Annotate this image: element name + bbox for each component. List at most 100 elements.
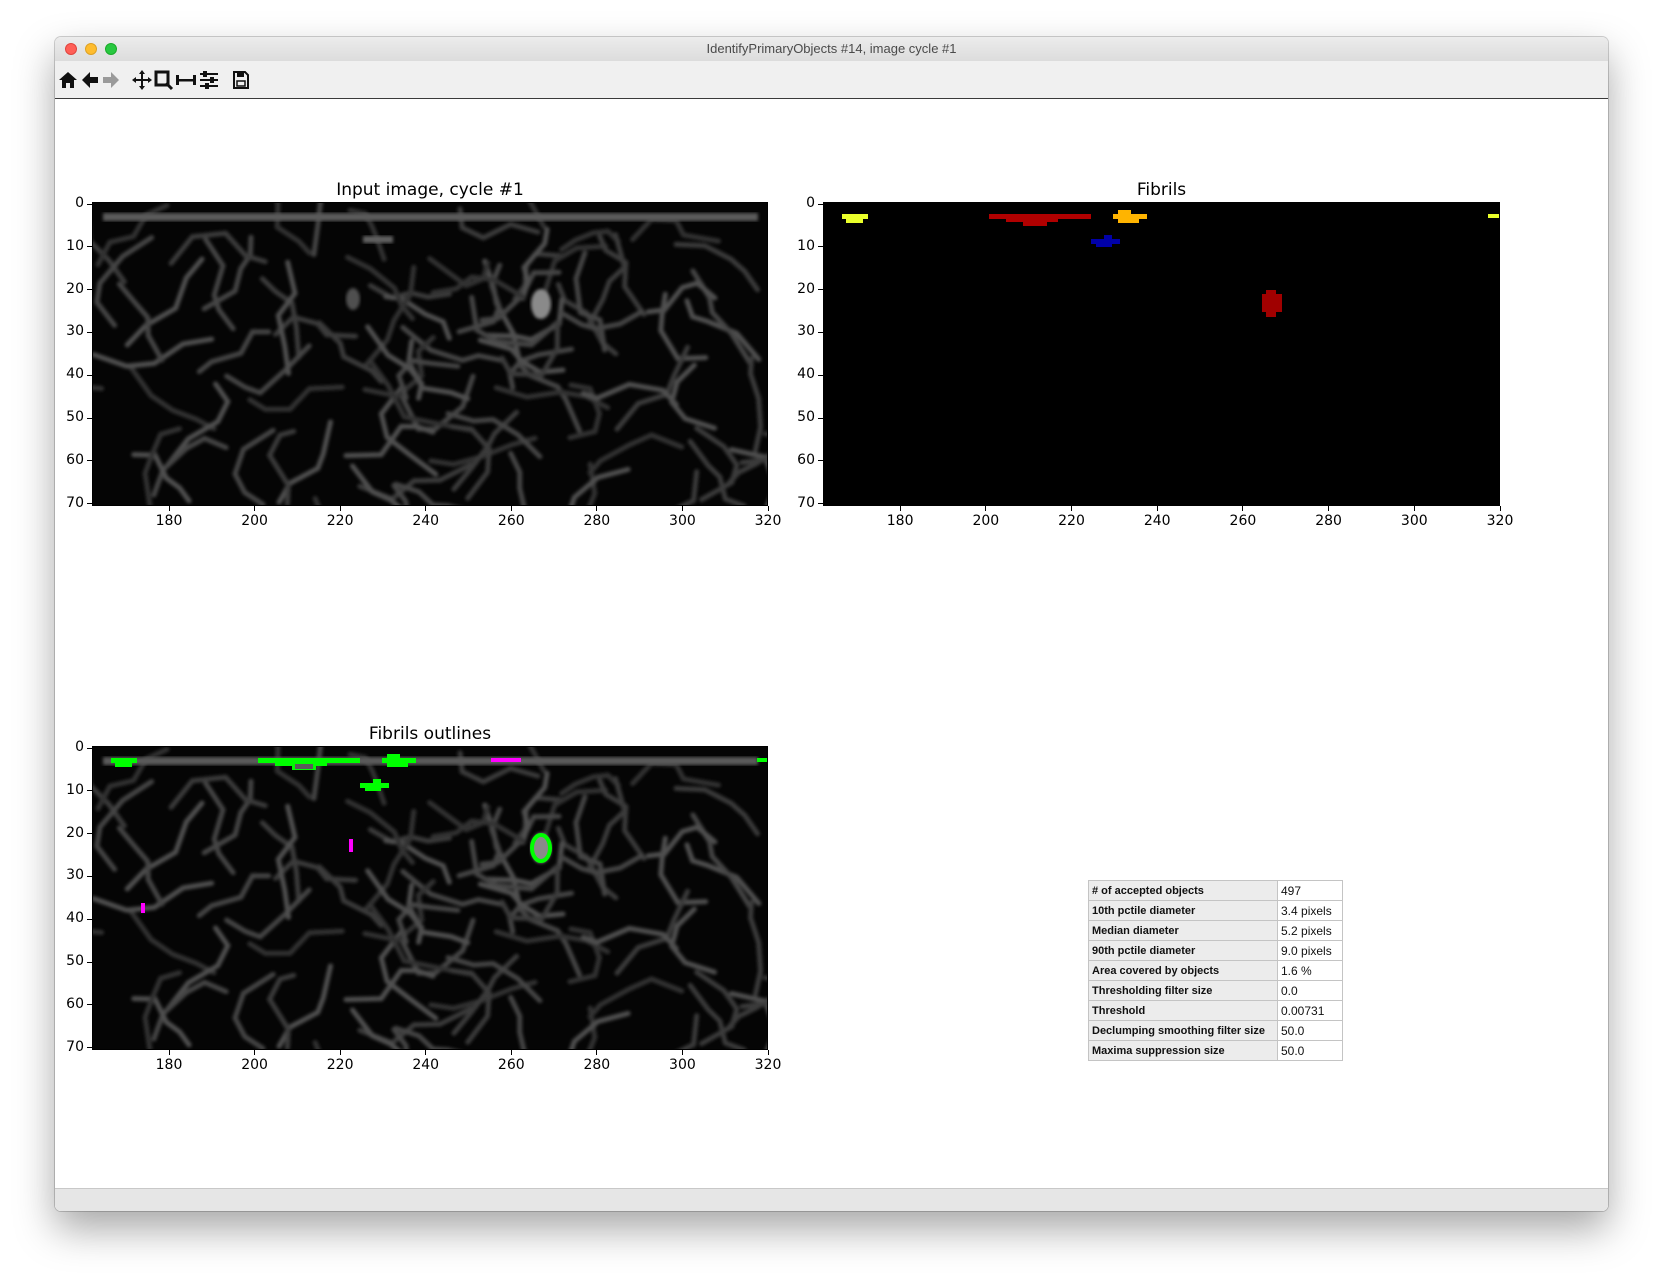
stats-value: 9.0 pixels xyxy=(1277,940,1343,961)
y-tick-label: 20 xyxy=(797,280,815,297)
x-tick-mark xyxy=(596,506,598,511)
stats-row: Thresholding filter size 0.0 xyxy=(1088,980,1343,1001)
x-tick-label: 300 xyxy=(669,513,696,529)
stats-value: 50.0 xyxy=(1277,1020,1343,1041)
x-tick-mark xyxy=(1328,506,1330,511)
stats-row: Area covered by objects 1.6 % xyxy=(1088,960,1343,981)
y-tick-mark xyxy=(818,203,823,205)
stats-value: 497 xyxy=(1277,880,1343,901)
y-tick-label: 70 xyxy=(797,494,815,511)
y-tick-mark xyxy=(818,331,823,333)
y-tick-mark xyxy=(818,289,823,291)
fibrils-axes[interactable] xyxy=(823,202,1500,506)
y-tick-mark xyxy=(87,460,92,462)
x-tick-mark xyxy=(510,1050,512,1055)
stats-value: 0.0 xyxy=(1277,980,1343,1001)
stats-key: Declumping smoothing filter size xyxy=(1088,1020,1278,1041)
x-tick-mark xyxy=(425,506,427,511)
x-tick-mark xyxy=(510,506,512,511)
y-tick-label: 30 xyxy=(66,867,84,884)
back-icon[interactable] xyxy=(79,69,101,91)
x-tick-label: 220 xyxy=(1058,513,1085,529)
x-tick-mark xyxy=(985,506,987,511)
y-tick-label: 40 xyxy=(66,366,84,383)
x-tick-mark xyxy=(1156,506,1158,511)
stats-row: # of accepted objects 497 xyxy=(1088,880,1343,901)
x-tick-mark xyxy=(1071,506,1073,511)
y-tick-label: 70 xyxy=(66,1038,84,1055)
y-tick-label: 60 xyxy=(66,451,84,468)
x-tick-mark xyxy=(681,1050,683,1055)
figure-canvas[interactable]: Input image, cycle #1 Fibrils Fibrils ou… xyxy=(55,99,1608,1211)
y-tick-label: 0 xyxy=(806,195,815,211)
x-tick-mark xyxy=(254,1050,256,1055)
y-tick-mark xyxy=(87,1004,92,1006)
x-tick-label: 180 xyxy=(886,513,914,529)
input-image-axes[interactable] xyxy=(92,202,768,506)
object-yellow-2 xyxy=(1488,214,1499,218)
pan-icon[interactable] xyxy=(131,69,153,91)
input-image-title: Input image, cycle #1 xyxy=(336,180,524,200)
configure-icon[interactable] xyxy=(198,69,220,91)
y-tick-mark xyxy=(87,203,92,205)
x-tick-label: 240 xyxy=(412,513,440,529)
stats-value: 50.0 xyxy=(1277,1040,1343,1061)
stats-key: 90th pctile diameter xyxy=(1088,940,1278,961)
x-tick-label: 300 xyxy=(1400,513,1428,529)
save-icon[interactable] xyxy=(230,69,252,91)
x-tick-mark xyxy=(1242,506,1244,511)
x-tick-label: 240 xyxy=(412,1057,440,1073)
x-tick-label: 260 xyxy=(1229,513,1257,529)
stats-value: 5.2 pixels xyxy=(1277,920,1343,941)
y-tick-label: 70 xyxy=(66,494,84,511)
zoom-icon[interactable] xyxy=(153,69,175,91)
window-title: IdentifyPrimaryObjects #14, image cycle … xyxy=(706,41,957,56)
stats-row: Threshold 0.00731 xyxy=(1088,1000,1343,1021)
y-tick-mark xyxy=(87,246,92,248)
home-icon[interactable] xyxy=(57,69,79,91)
x-tick-label: 280 xyxy=(1315,513,1342,529)
x-tick-label: 280 xyxy=(583,1057,611,1073)
x-tick-label: 320 xyxy=(754,1057,782,1073)
y-tick-label: 40 xyxy=(797,366,815,383)
status-bar xyxy=(55,1188,1608,1211)
fibrils-outlines-title: Fibrils outlines xyxy=(368,724,492,744)
y-tick-mark xyxy=(818,417,823,419)
x-tick-mark xyxy=(168,1050,170,1055)
x-tick-label: 280 xyxy=(583,513,611,529)
figure-window: IdentifyPrimaryObjects #14, image cycle … xyxy=(55,37,1608,1211)
stats-row: Declumping smoothing filter size 50.0 xyxy=(1088,1020,1343,1041)
stats-value: 3.4 pixels xyxy=(1277,900,1343,921)
x-tick-label: 200 xyxy=(972,513,1000,529)
x-tick-label: 240 xyxy=(1143,513,1171,529)
y-tick-label: 10 xyxy=(797,237,815,254)
measure-icon[interactable] xyxy=(175,69,197,91)
forward-icon[interactable] xyxy=(100,69,122,91)
y-tick-mark xyxy=(87,747,92,749)
y-tick-mark xyxy=(87,1047,92,1049)
input-image-raster xyxy=(93,203,767,505)
x-tick-mark xyxy=(767,1050,769,1055)
x-tick-label: 180 xyxy=(155,1057,183,1073)
y-tick-label: 10 xyxy=(66,781,84,798)
y-tick-label: 50 xyxy=(66,953,84,970)
y-tick-mark xyxy=(818,503,823,505)
y-tick-label: 30 xyxy=(797,323,815,340)
y-tick-label: 10 xyxy=(66,237,84,254)
y-tick-mark xyxy=(87,918,92,920)
y-tick-mark xyxy=(87,331,92,333)
y-tick-mark xyxy=(87,417,92,419)
y-tick-mark xyxy=(87,875,92,877)
x-tick-label: 200 xyxy=(241,513,268,529)
y-tick-mark xyxy=(818,460,823,462)
y-tick-mark xyxy=(87,790,92,792)
navigation-toolbar xyxy=(55,61,1608,99)
x-tick-label: 200 xyxy=(241,1057,268,1073)
x-tick-mark xyxy=(596,1050,598,1055)
x-tick-label: 260 xyxy=(497,513,525,529)
y-tick-mark xyxy=(87,961,92,963)
fibrils-outlines-raster xyxy=(93,747,767,1049)
x-tick-label: 220 xyxy=(326,1057,354,1073)
x-tick-label: 180 xyxy=(155,513,183,529)
fibrils-outlines-axes[interactable] xyxy=(92,746,768,1050)
